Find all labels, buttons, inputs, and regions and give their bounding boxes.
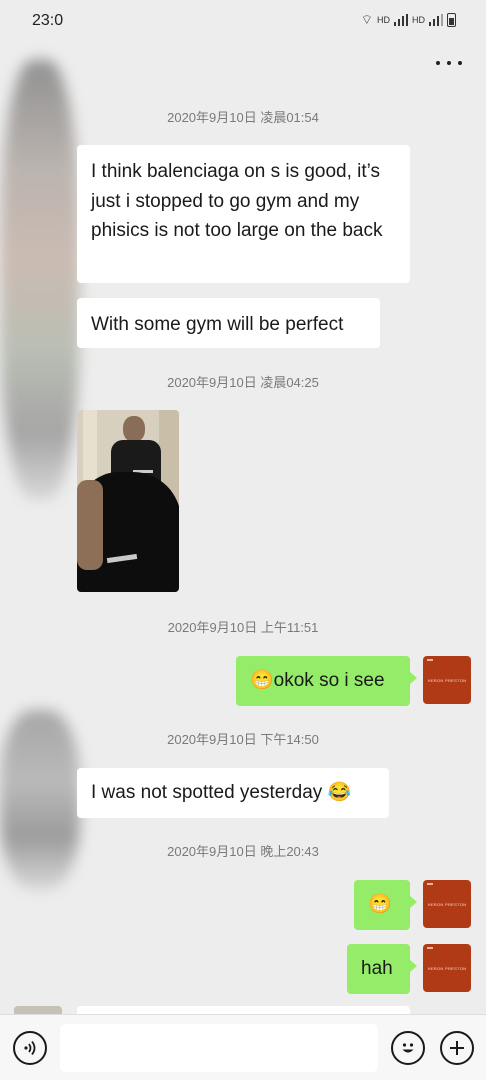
signal-icon-2 (429, 14, 443, 26)
incoming-message[interactable]: I was not spotted yesterday 😂 (77, 768, 389, 818)
status-bar: 23:0 ⌔ HD HD (0, 0, 486, 40)
timestamp: 2020年9月10日 上午11:51 (167, 620, 319, 635)
outgoing-message[interactable]: 😁okok so i see (236, 656, 417, 706)
user-avatar[interactable]: HERON PRESTON (423, 944, 471, 992)
voice-icon[interactable] (13, 1031, 47, 1065)
network-label-2: HD (412, 15, 425, 25)
incoming-message[interactable]: With some gym will be perfect (77, 298, 380, 348)
plus-icon[interactable] (440, 1031, 474, 1065)
outgoing-message[interactable]: 😁 (354, 880, 417, 930)
message-input[interactable] (60, 1024, 378, 1072)
signal-icon (394, 14, 408, 26)
network-label: HD (377, 15, 390, 25)
status-icons: ⌔ HD HD (361, 12, 456, 28)
timestamp: 2020年9月10日 凌晨04:25 (167, 375, 319, 390)
timestamp: 2020年9月10日 下午14:50 (167, 732, 319, 747)
timestamp: 2020年9月10日 晚上20:43 (167, 844, 319, 859)
status-time: 23:0 (32, 12, 64, 29)
more-dots-icon[interactable] (436, 56, 462, 70)
obscured-avatar-smudge (0, 60, 80, 500)
photo-message[interactable] (77, 410, 179, 592)
input-bar (0, 1014, 486, 1080)
user-avatar[interactable]: HERON PRESTON (423, 656, 471, 704)
timestamp: 2020年9月10日 凌晨01:54 (167, 110, 319, 125)
outgoing-message[interactable]: hah (347, 944, 417, 994)
battery-icon (447, 13, 456, 27)
incoming-message[interactable]: I think balenciaga on s is good, it’s ju… (77, 145, 410, 283)
user-avatar[interactable]: HERON PRESTON (423, 880, 471, 928)
emoji-icon[interactable] (391, 1031, 425, 1065)
wifi-icon: ⌔ (360, 12, 373, 27)
